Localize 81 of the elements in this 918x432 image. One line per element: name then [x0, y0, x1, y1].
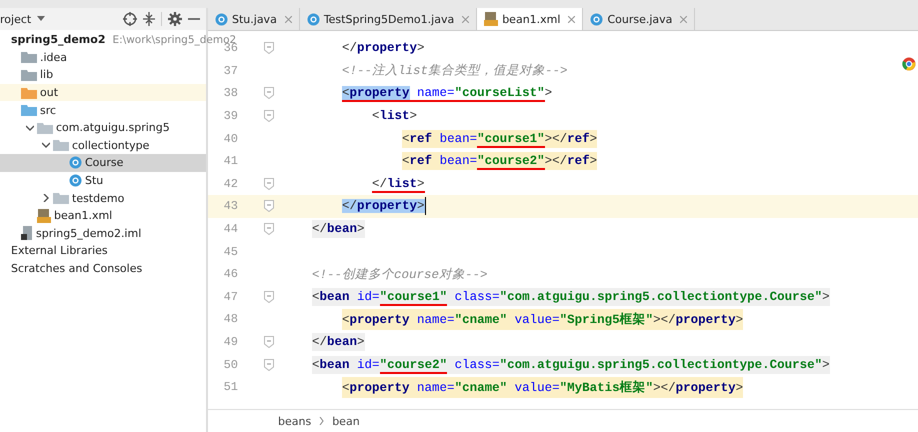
class-icon: [69, 156, 82, 170]
line-number: 41: [222, 154, 238, 168]
chevron-down-icon[interactable]: [26, 124, 34, 132]
fold-icon[interactable]: [264, 42, 274, 54]
chevron-right-icon: [319, 417, 324, 425]
fold-icon[interactable]: [264, 336, 274, 348]
folder-icon: [53, 139, 69, 152]
panel-title[interactable]: roject: [0, 12, 32, 26]
chevron-right-icon[interactable]: [42, 194, 50, 202]
close-icon[interactable]: [568, 16, 576, 22]
code-line: <list>: [372, 108, 418, 126]
code-line: <property name="courseList">: [342, 85, 552, 102]
tree-item[interactable]: Course: [85, 156, 124, 170]
tree-item[interactable]: .idea: [40, 50, 68, 64]
tree-item[interactable]: Scratches and Consoles: [11, 262, 142, 276]
tree-item[interactable]: lib: [40, 68, 54, 82]
line-number: 48: [222, 312, 238, 326]
tree-item[interactable]: spring5_demo2: [11, 33, 106, 46]
fold-icon[interactable]: [264, 200, 274, 212]
fold-icon[interactable]: [264, 178, 274, 190]
xml-file-icon: [37, 208, 51, 223]
line-number: 46: [222, 267, 238, 282]
tree-item[interactable]: testdemo: [72, 192, 124, 205]
line-number: 39: [222, 109, 238, 124]
fold-icon[interactable]: [264, 110, 274, 122]
fold-icon[interactable]: [264, 223, 274, 236]
file-icon: [21, 226, 33, 240]
xml-file-icon: [484, 12, 498, 26]
line-number: 50: [222, 358, 238, 372]
tree-item[interactable]: com.atguigu.spring5: [56, 121, 170, 134]
code-line: </list>: [372, 176, 425, 193]
line-number: 45: [222, 244, 238, 259]
tree-item[interactable]: External Libraries: [11, 244, 108, 258]
code-line: <!--创建多个course对象-->: [312, 266, 488, 284]
fold-icon[interactable]: [264, 87, 274, 100]
dropdown-icon[interactable]: [37, 16, 46, 22]
folder-icon: [21, 86, 37, 99]
folder-icon: [53, 192, 69, 204]
tree-item[interactable]: out: [40, 86, 58, 100]
browser-icon[interactable]: [902, 57, 916, 71]
line-number: 44: [222, 222, 238, 236]
close-icon[interactable]: [462, 16, 470, 22]
fold-icon[interactable]: [264, 358, 274, 371]
tree-item[interactable]: bean1.xml: [54, 209, 112, 222]
settings-icon[interactable]: [168, 12, 182, 26]
tree-item[interactable]: spring5_demo2.iml: [36, 226, 142, 240]
minimize-icon[interactable]: [188, 17, 200, 21]
file-tab[interactable]: bean1.xml: [477, 8, 584, 30]
collapse-icon[interactable]: [143, 12, 155, 26]
folder-icon: [21, 104, 37, 116]
tree-item[interactable]: collectiontype: [72, 138, 150, 152]
file-tab[interactable]: Stu.java: [208, 8, 300, 30]
breadcrumb-item[interactable]: bean: [332, 414, 360, 428]
code-line: </property>: [342, 40, 425, 58]
line-number: 42: [222, 176, 238, 191]
line-number: 47: [222, 290, 238, 304]
line-number: 38: [222, 86, 238, 100]
folder-icon: [21, 68, 37, 81]
tree-item[interactable]: src: [40, 104, 56, 117]
folder-icon: [37, 122, 53, 134]
line-number: 49: [222, 335, 238, 350]
file-tab[interactable]: Course.java: [583, 8, 696, 30]
line-number: 51: [222, 380, 238, 394]
close-icon[interactable]: [680, 16, 688, 22]
tree-item[interactable]: Stu: [85, 174, 104, 188]
chevron-down-icon[interactable]: [42, 141, 50, 150]
line-number: 43: [222, 199, 238, 214]
class-icon: [69, 174, 82, 188]
target-icon[interactable]: [123, 12, 137, 26]
class-icon: [590, 12, 604, 26]
code-line: </property>: [342, 198, 425, 216]
close-icon[interactable]: [284, 16, 292, 22]
code-line: <!--注入list集合类型，值是对象-->: [342, 62, 568, 80]
line-number: 40: [222, 132, 238, 146]
fold-icon[interactable]: [264, 290, 274, 303]
line-number: 37: [222, 64, 238, 78]
project-path: E:\work\spring5_demo2: [112, 34, 236, 46]
class-icon: [215, 12, 228, 26]
folder-icon: [21, 51, 37, 64]
class-icon: [306, 12, 320, 26]
breadcrumb-item[interactable]: beans: [278, 414, 312, 428]
